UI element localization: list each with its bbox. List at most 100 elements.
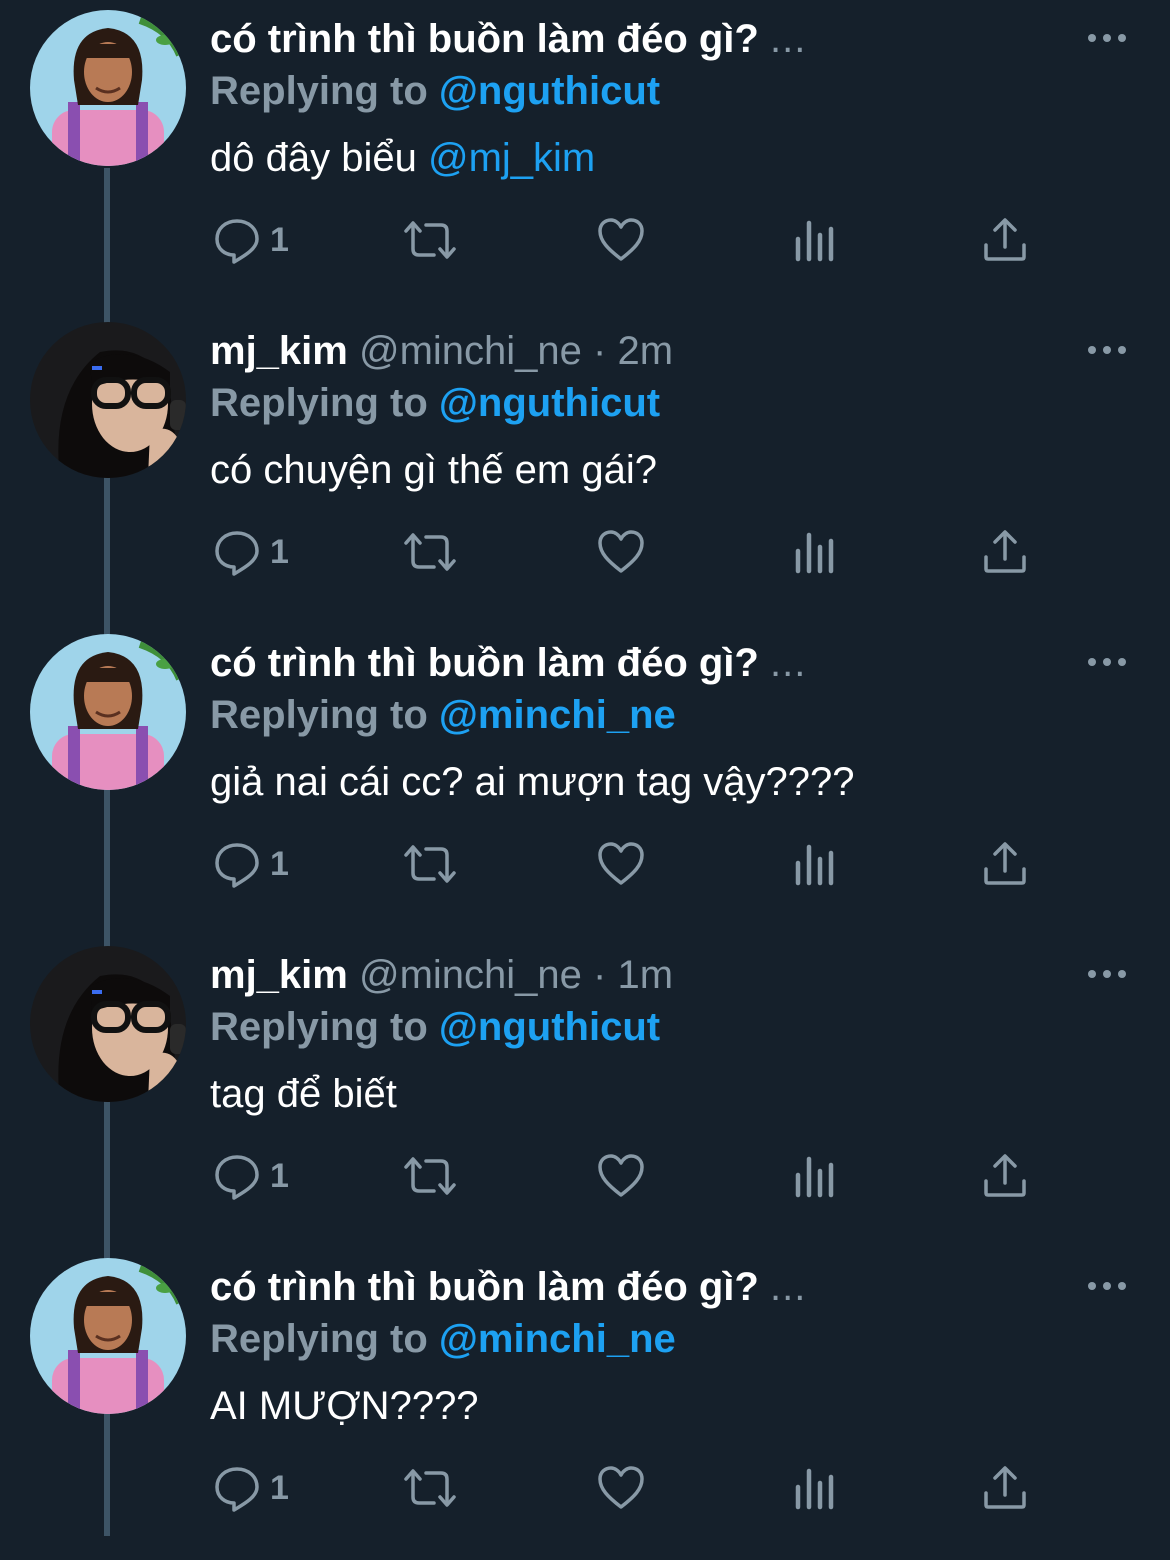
tweet-text-body: giả nai cái cc? ai mượn tag vậy???? — [210, 760, 855, 804]
analytics-button[interactable] — [790, 1146, 840, 1206]
replying-prefix: Replying to — [210, 1005, 428, 1049]
replying-handle-link[interactable]: @minchi_ne — [439, 1317, 676, 1361]
share-button[interactable] — [980, 834, 1030, 894]
tweet[interactable]: mj_kim @minchi_ne · 1m Replying to @ngut… — [0, 936, 1170, 1248]
more-button[interactable] — [1086, 962, 1128, 986]
replying-to: Replying to @nguthicut — [210, 1002, 660, 1052]
tweet[interactable]: có trình thì buồn làm đéo gì? ... Replyi… — [0, 1248, 1170, 1560]
tweet-header: mj_kim @minchi_ne · 2m — [210, 326, 673, 376]
tweet-actions: 1 — [0, 834, 1170, 894]
avatar[interactable] — [30, 1258, 186, 1414]
more-button[interactable] — [1086, 1274, 1128, 1298]
retweet-icon — [404, 845, 456, 883]
retweet-icon — [404, 221, 456, 259]
retweet-button[interactable] — [402, 1146, 458, 1206]
bar-chart-icon — [795, 532, 834, 574]
display-name[interactable]: có trình thì buồn làm đéo gì? — [210, 641, 759, 685]
analytics-button[interactable] — [790, 1458, 840, 1518]
replying-to: Replying to @minchi_ne — [210, 1314, 676, 1364]
avatar[interactable] — [30, 634, 186, 790]
speech-bubble-icon — [215, 1467, 259, 1512]
share-icon — [984, 842, 1026, 885]
more-dots-icon — [1088, 1282, 1126, 1290]
speech-bubble-icon — [215, 531, 259, 576]
analytics-button[interactable] — [790, 834, 840, 894]
tweet[interactable]: có trình thì buồn làm đéo gì? ... Replyi… — [0, 624, 1170, 936]
tweet-text-body: tag để biết — [210, 1072, 397, 1116]
share-button[interactable] — [980, 210, 1030, 270]
display-name[interactable]: có trình thì buồn làm đéo gì? — [210, 17, 759, 61]
avatar[interactable] — [30, 322, 186, 478]
analytics-button[interactable] — [790, 210, 840, 270]
like-button[interactable] — [596, 210, 646, 270]
like-button[interactable] — [596, 522, 646, 582]
reply-button[interactable]: 1 — [212, 1146, 289, 1206]
share-button[interactable] — [980, 522, 1030, 582]
replying-handle-link[interactable]: @nguthicut — [439, 1005, 660, 1049]
display-name[interactable]: có trình thì buồn làm đéo gì? — [210, 1265, 759, 1309]
man-avatar-icon — [30, 10, 186, 166]
tweet-text-body: dô đây biểu — [210, 136, 417, 180]
replying-prefix: Replying to — [210, 693, 428, 737]
mention-link[interactable]: @mj_kim — [428, 136, 595, 180]
tweet-actions: 1 — [0, 1146, 1170, 1206]
more-button[interactable] — [1086, 26, 1128, 50]
speech-bubble-icon — [215, 1155, 259, 1200]
tweet-header: có trình thì buồn làm đéo gì? ... — [210, 638, 806, 688]
tweet-text-body: có chuyện gì thế em gái? — [210, 448, 657, 492]
display-name[interactable]: mj_kim — [210, 329, 348, 373]
speech-bubble-icon — [215, 219, 259, 264]
reply-button[interactable]: 1 — [212, 210, 289, 270]
share-icon — [984, 1466, 1026, 1509]
share-icon — [984, 530, 1026, 573]
reply-count: 1 — [270, 221, 289, 259]
retweet-button[interactable] — [402, 1458, 458, 1518]
handle-time: @minchi_ne · 2m — [358, 329, 674, 373]
tweet[interactable]: có trình thì buồn làm đéo gì? ... Replyi… — [0, 0, 1170, 312]
tweet[interactable]: mj_kim @minchi_ne · 2m Replying to @ngut… — [0, 312, 1170, 624]
replying-handle-link[interactable]: @minchi_ne — [439, 693, 676, 737]
tweet-text: AI MƯỢN???? — [210, 1378, 479, 1434]
more-dots-icon — [1088, 658, 1126, 666]
heart-icon — [598, 530, 644, 573]
avatar[interactable] — [30, 946, 186, 1102]
avatar[interactable] — [30, 10, 186, 166]
like-button[interactable] — [596, 1146, 646, 1206]
replying-to: Replying to @nguthicut — [210, 378, 660, 428]
heart-icon — [598, 1466, 644, 1509]
speech-bubble-icon — [215, 843, 259, 888]
tweet-text-body: AI MƯỢN???? — [210, 1384, 479, 1428]
share-button[interactable] — [980, 1146, 1030, 1206]
retweet-button[interactable] — [402, 522, 458, 582]
girl-avatar-icon — [30, 946, 186, 1102]
name-ellipsis: ... — [769, 641, 807, 685]
retweet-button[interactable] — [402, 210, 458, 270]
share-icon — [984, 1154, 1026, 1197]
reply-button[interactable]: 1 — [212, 834, 289, 894]
like-button[interactable] — [596, 834, 646, 894]
display-name[interactable]: mj_kim — [210, 953, 348, 997]
reply-button[interactable]: 1 — [212, 522, 289, 582]
replying-handle-link[interactable]: @nguthicut — [439, 381, 660, 425]
tweet-header: có trình thì buồn làm đéo gì? ... — [210, 14, 806, 64]
like-button[interactable] — [596, 1458, 646, 1518]
man-avatar-icon — [30, 1258, 186, 1414]
heart-icon — [598, 1154, 644, 1197]
replying-prefix: Replying to — [210, 1317, 428, 1361]
reply-count: 1 — [270, 845, 289, 883]
reply-button[interactable]: 1 — [212, 1458, 289, 1518]
name-ellipsis: ... — [769, 1265, 807, 1309]
more-button[interactable] — [1086, 650, 1128, 674]
replying-to: Replying to @minchi_ne — [210, 690, 676, 740]
more-dots-icon — [1088, 970, 1126, 978]
share-button[interactable] — [980, 1458, 1030, 1518]
retweet-button[interactable] — [402, 834, 458, 894]
analytics-button[interactable] — [790, 522, 840, 582]
handle-time: @minchi_ne · 1m — [358, 953, 674, 997]
replying-handle-link[interactable]: @nguthicut — [439, 69, 660, 113]
bar-chart-icon — [795, 844, 834, 886]
man-avatar-icon — [30, 634, 186, 790]
tweet-text: giả nai cái cc? ai mượn tag vậy???? — [210, 754, 854, 810]
name-ellipsis: ... — [769, 17, 807, 61]
more-button[interactable] — [1086, 338, 1128, 362]
